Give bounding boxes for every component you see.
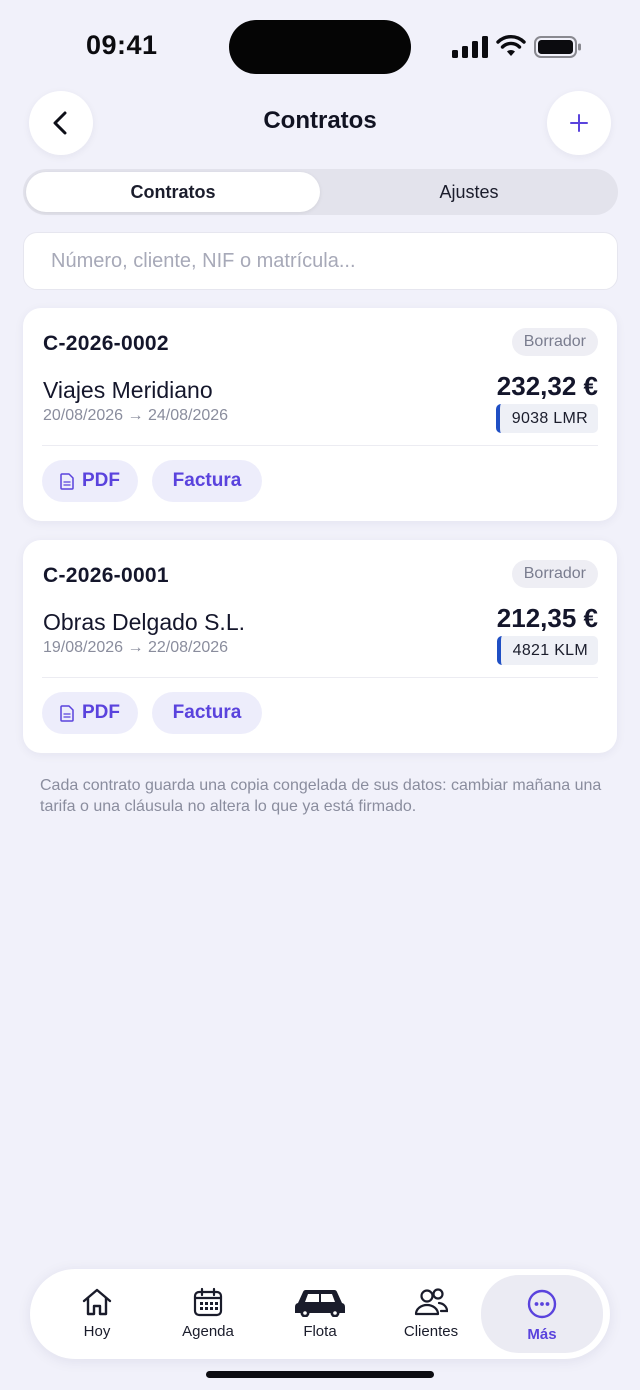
contracts-note: Cada contrato guarda una copia congelada… bbox=[40, 777, 602, 815]
contract-amount: 212,35 € bbox=[496, 603, 598, 633]
pdf-label: PDF bbox=[82, 702, 120, 723]
card-divider bbox=[42, 445, 598, 446]
page-title: Contratos bbox=[263, 107, 377, 134]
home-icon bbox=[82, 1288, 112, 1316]
contract-number: C-2026-0001 bbox=[43, 564, 169, 587]
wifi-icon bbox=[496, 35, 526, 56]
card-divider bbox=[42, 677, 598, 678]
tab-label: Más bbox=[527, 1326, 557, 1343]
tab-clientes[interactable]: Clientes bbox=[375, 1269, 487, 1359]
more-icon bbox=[527, 1289, 557, 1319]
vehicle-plate: 4821 KLM bbox=[496, 636, 598, 665]
invoice-button[interactable]: Factura bbox=[152, 692, 262, 734]
tab-label: Agenda bbox=[182, 1323, 234, 1340]
contract-amount: 232,32 € bbox=[496, 371, 598, 401]
contract-number: C-2026-0002 bbox=[43, 332, 169, 355]
cellular-signal-icon bbox=[452, 36, 488, 58]
tab-flota[interactable]: Flota bbox=[264, 1269, 376, 1359]
client-name: Viajes Meridiano bbox=[43, 377, 213, 403]
invoice-button[interactable]: Factura bbox=[152, 460, 262, 502]
document-icon bbox=[60, 472, 74, 490]
segment-ajustes[interactable]: Ajustes bbox=[323, 172, 615, 212]
client-name: Obras Delgado S.L. bbox=[43, 609, 246, 635]
tab-label: Clientes bbox=[403, 1323, 459, 1340]
status-badge: Borrador bbox=[511, 328, 598, 356]
vehicle-plate: 9038 LMR bbox=[495, 404, 598, 433]
search-box bbox=[23, 232, 618, 290]
segmented-control: Contratos Ajustes bbox=[23, 169, 618, 215]
contract-dates: 20/08/2026 → 24/08/2026 bbox=[43, 407, 229, 424]
contract-dates: 19/08/2026 → 22/08/2026 bbox=[43, 639, 229, 656]
contract-card[interactable]: C-2026-0001 Borrador Obras Delgado S.L. … bbox=[23, 540, 617, 753]
status-time: 09:41 bbox=[86, 30, 158, 60]
pdf-button[interactable]: PDF bbox=[42, 692, 138, 734]
search-input[interactable] bbox=[24, 233, 617, 289]
document-icon bbox=[60, 704, 74, 722]
contract-card[interactable]: C-2026-0002 Borrador Viajes Meridiano 20… bbox=[23, 308, 617, 521]
add-contract-button[interactable] bbox=[547, 91, 611, 155]
calendar-icon bbox=[193, 1287, 223, 1317]
home-indicator bbox=[206, 1371, 434, 1378]
tab-bar: Hoy Agenda Flota Clientes Más bbox=[30, 1269, 610, 1359]
status-bar: 09:41 bbox=[0, 0, 640, 90]
plus-icon bbox=[570, 114, 588, 132]
segment-contratos[interactable]: Contratos bbox=[26, 172, 320, 212]
status-badge: Borrador bbox=[511, 560, 598, 588]
tab-label: Hoy bbox=[83, 1323, 111, 1340]
tab-mas[interactable]: Más bbox=[481, 1275, 603, 1353]
tab-label: Flota bbox=[303, 1323, 337, 1340]
car-icon bbox=[294, 1289, 346, 1317]
tab-agenda[interactable]: Agenda bbox=[152, 1269, 264, 1359]
users-icon bbox=[414, 1288, 448, 1316]
tab-hoy[interactable]: Hoy bbox=[41, 1269, 153, 1359]
dynamic-island bbox=[229, 20, 411, 74]
pdf-label: PDF bbox=[82, 470, 120, 491]
pdf-button[interactable]: PDF bbox=[42, 460, 138, 502]
battery-icon bbox=[534, 36, 581, 58]
